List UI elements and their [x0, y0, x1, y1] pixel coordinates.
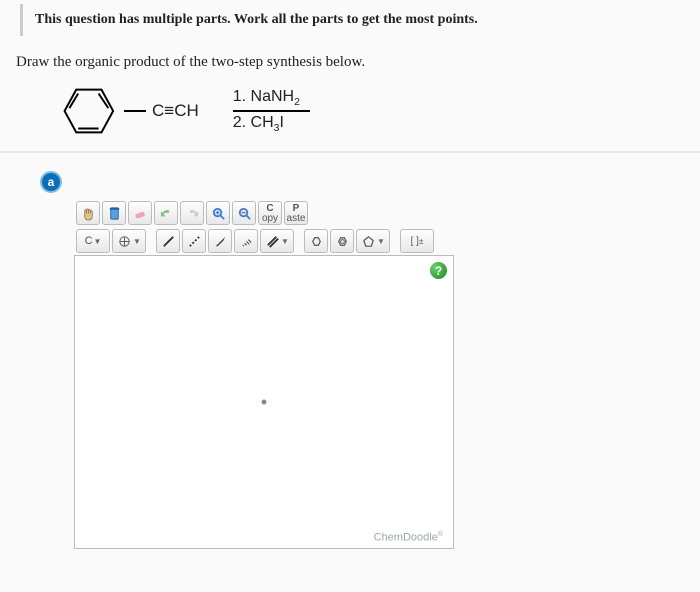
zoom-in-icon[interactable]	[206, 201, 230, 225]
hexagon-ring-tool[interactable]	[304, 229, 328, 253]
reagent-list: 1. NaNH2 2. CH3I	[233, 88, 310, 134]
chemdoodle-sketcher: Copy Paste C▼ ▼ ▼ ▼ [ ]± ? ChemDoodle®	[74, 199, 458, 549]
wedge-up-tool[interactable]	[208, 229, 232, 253]
chemdoodle-brand: ChemDoodle®	[374, 531, 443, 544]
part-badge-a: a	[40, 171, 62, 193]
toolbar-row-2: C▼ ▼ ▼ ▼ [ ]±	[74, 227, 458, 255]
toolbar-row-1: Copy Paste	[74, 199, 458, 227]
drawing-canvas[interactable]: ? ChemDoodle®	[74, 255, 454, 549]
single-bond-tool[interactable]	[156, 229, 180, 253]
benzene-ring-tool[interactable]	[330, 229, 354, 253]
clear-tool-icon[interactable]	[102, 201, 126, 225]
wedge-down-tool[interactable]	[234, 229, 258, 253]
undo-icon[interactable]	[154, 201, 178, 225]
canvas-center-dot	[262, 400, 267, 405]
hand-tool-icon[interactable]	[76, 201, 100, 225]
paste-button[interactable]: Paste	[284, 201, 308, 225]
question-prompt: Draw the organic product of the two-step…	[0, 48, 700, 77]
eraser-tool-icon[interactable]	[128, 201, 152, 225]
help-icon[interactable]: ?	[430, 262, 447, 279]
double-bond-tool[interactable]: ▼	[260, 229, 294, 253]
element-picker[interactable]: C▼	[76, 229, 110, 253]
dotted-bond-tool[interactable]	[182, 229, 206, 253]
bond-line-icon	[124, 109, 146, 113]
reaction-scheme: C≡CH 1. NaNH2 2. CH3I	[0, 77, 700, 153]
charge-bracket-tool[interactable]: [ ]±	[400, 229, 434, 253]
benzene-ring-icon	[50, 81, 118, 141]
atom-tool[interactable]: ▼	[112, 229, 146, 253]
instruction-banner: This question has multiple parts. Work a…	[20, 4, 680, 36]
zoom-out-icon[interactable]	[232, 201, 256, 225]
copy-button[interactable]: Copy	[258, 201, 282, 225]
substituent-label: C≡CH	[152, 101, 199, 121]
redo-icon[interactable]	[180, 201, 204, 225]
pentagon-ring-tool[interactable]: ▼	[356, 229, 390, 253]
